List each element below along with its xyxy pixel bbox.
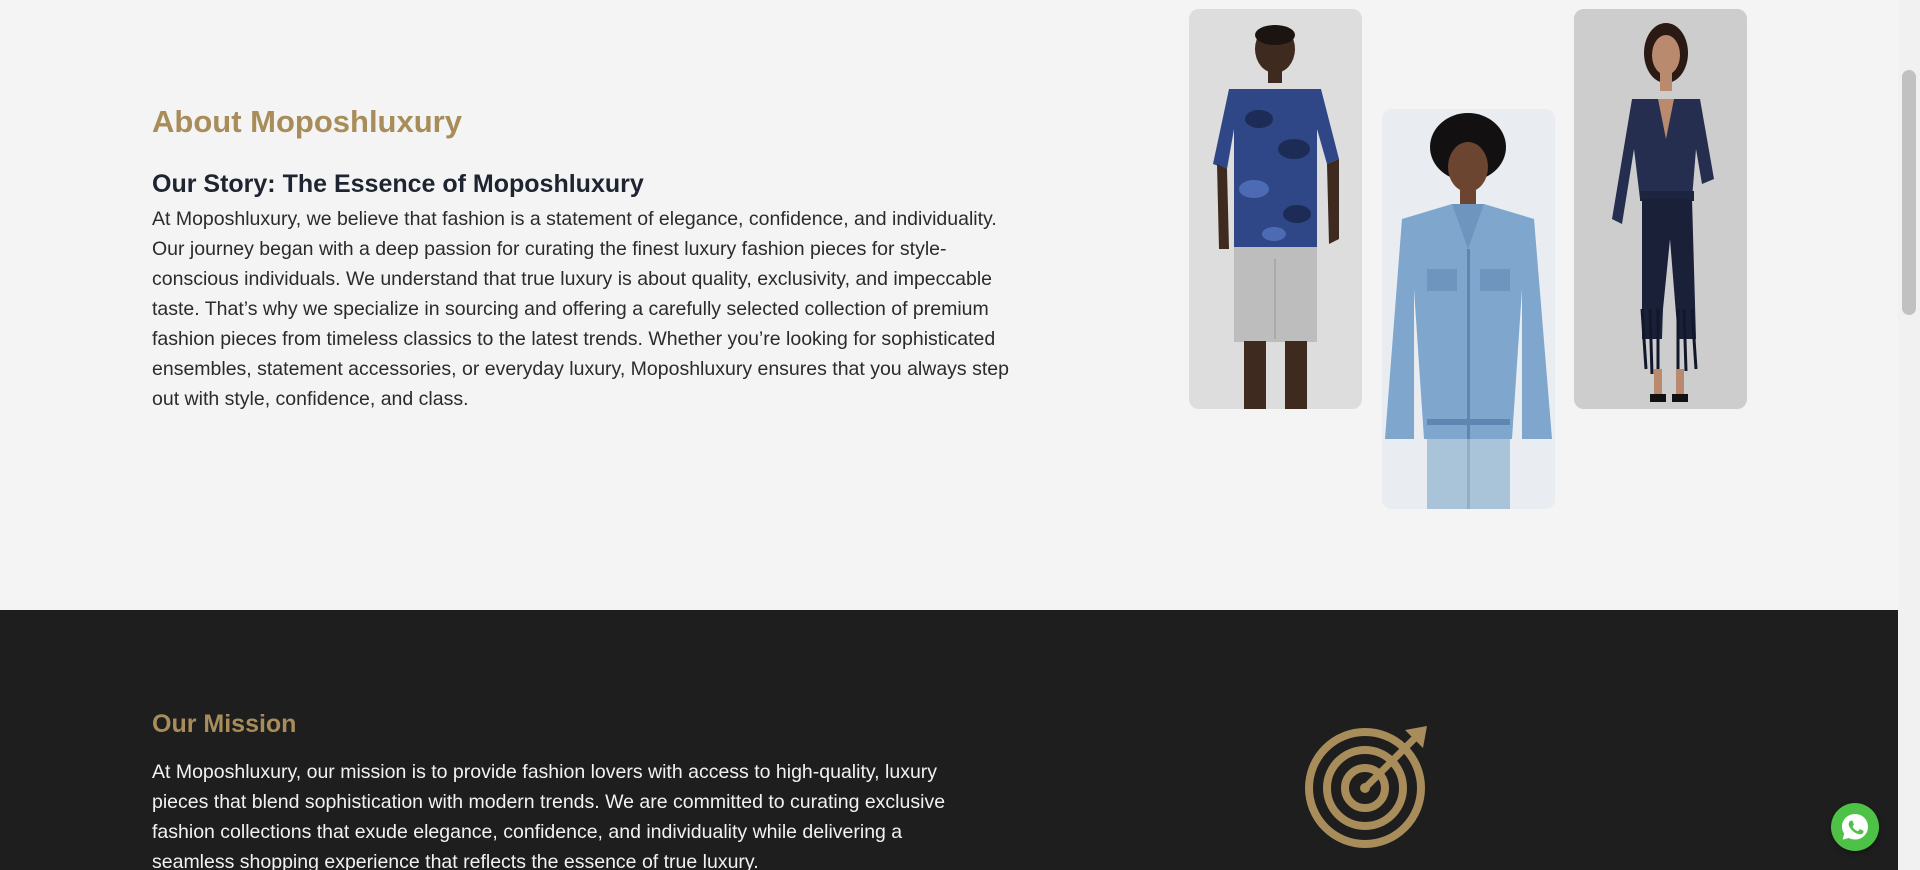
page: About Moposhluxury Our Story: The Essenc… [0,0,1898,870]
whatsapp-icon [1842,814,1868,840]
scrollbar-thumb[interactable] [1902,70,1916,315]
story-text: At Moposhluxury, we believe that fashion… [152,208,1009,410]
story-title: Our Story: The Essence of Moposhluxury [152,170,644,198]
model-photo-camo-polo [1189,9,1362,409]
vertical-scrollbar[interactable] [1898,0,1920,870]
target-icon [1305,720,1435,850]
about-section: About Moposhluxury Our Story: The Essenc… [0,0,1898,610]
mission-section: Our Mission At Moposhluxury, our mission… [0,610,1898,870]
mission-title: Our Mission [152,710,297,738]
model-photo-denim-jacket [1382,109,1555,509]
whatsapp-chat-button[interactable] [1831,803,1879,851]
about-title: About Moposhluxury [152,104,462,139]
mission-text: At Moposhluxury, our mission is to provi… [152,761,946,870]
model-photo-navy-suit [1574,9,1747,409]
